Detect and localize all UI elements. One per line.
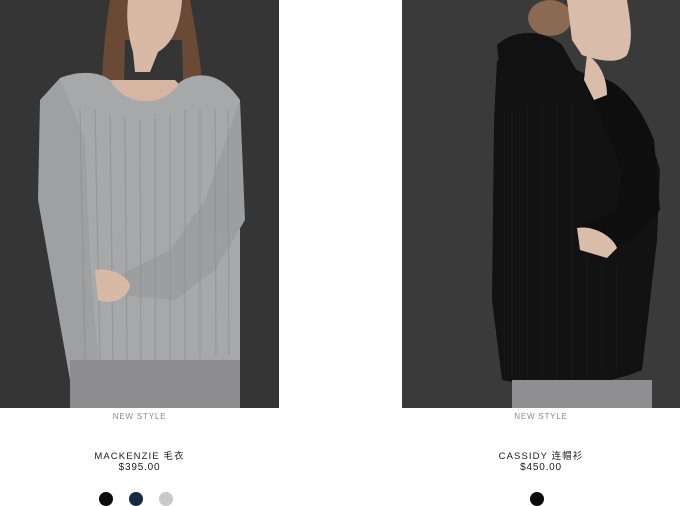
product-price: $395.00	[118, 462, 161, 473]
new-style-badge: NEW STYLE	[112, 412, 167, 421]
product-price: $450.00	[520, 462, 562, 473]
product-name[interactable]: MACKENZIE 毛衣	[0, 448, 279, 462]
product-name[interactable]: CASSIDY 连帽衫	[402, 448, 680, 462]
swatch-black[interactable]	[530, 492, 544, 506]
model-photo-placeholder	[402, 0, 680, 408]
new-style-badge: NEW STYLE	[514, 412, 568, 421]
color-swatches	[398, 492, 676, 506]
product-image[interactable]	[0, 0, 279, 408]
product-card-cassidy[interactable]: NEW STYLE CASSIDY 连帽衫 $450.00	[402, 0, 680, 506]
swatch-black[interactable]	[98, 492, 113, 506]
color-swatches	[0, 492, 275, 506]
product-image[interactable]	[402, 0, 680, 408]
swatch-navy[interactable]	[128, 492, 143, 506]
swatch-light-gray[interactable]	[158, 492, 173, 506]
product-card-mackenzie[interactable]: NEW STYLE MACKENZIE 毛衣 $395.00	[0, 0, 279, 506]
model-photo-placeholder	[0, 0, 279, 408]
